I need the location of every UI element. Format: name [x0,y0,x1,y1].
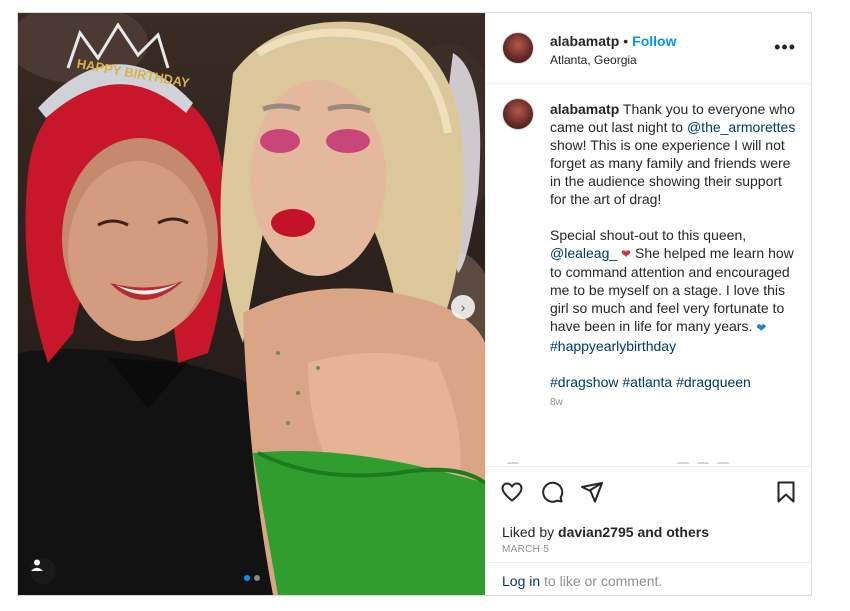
username-link[interactable]: alabamatp [550,33,619,49]
hashtag-dragqueen[interactable]: #dragqueen [676,374,751,390]
photo-illustration: HAPPY BIRTHDAY [18,13,485,595]
post-header: alabamatp • Follow Atlanta, Georgia ••• [486,13,811,84]
likes-summary: Liked by davian2795 and others [502,524,709,540]
likes-prefix: Liked by [502,524,555,540]
post-date: MARCH 5 [502,544,550,555]
actions-section: Liked by davian2795 and others MARCH 5 [486,466,811,563]
hashtag-atlanta[interactable]: #atlanta [622,374,672,390]
follow-button[interactable]: Follow [632,33,676,49]
comment-button[interactable] [540,480,564,504]
comment-icon [542,481,564,503]
login-link[interactable]: Log in [502,573,540,589]
caption-username[interactable]: alabamatp [550,101,619,117]
caption-text: alabamatp Thank you to everyone who came… [550,100,798,430]
caption-avatar[interactable] [502,98,534,130]
broken-heart-emoji-icon: ❤ [621,247,632,262]
login-tail-text: to like or comment. [544,573,663,589]
next-comment-peek [506,462,730,464]
caption-time: 8w [550,396,563,408]
like-button[interactable] [500,480,524,504]
location-link[interactable]: Atlanta, Georgia [550,53,637,67]
bookmark-icon [777,481,795,503]
header-name-line: alabamatp • Follow [550,33,676,49]
login-prompt: Log in to like or comment. [486,562,811,595]
carousel-dot-active [244,575,250,581]
user-tag-button[interactable] [30,558,56,584]
user-tag-icon [31,559,43,571]
separator-bullet: • [623,33,629,49]
share-icon [581,482,603,503]
caption-text-part2: show! This is one experience I will not … [550,137,791,207]
chevron-right-icon: › [460,299,466,315]
hashtag-dragshow[interactable]: #dragshow [550,374,619,390]
carousel-dot [254,575,260,581]
heart-icon [501,482,523,502]
carousel-next-button[interactable]: › [451,295,475,319]
more-options-icon[interactable]: ••• [774,37,796,58]
carousel-indicator [244,575,260,581]
avatar[interactable] [502,32,534,64]
likes-others-link[interactable]: and others [637,524,709,540]
mention-lealeag[interactable]: @lealeag_ [550,245,617,261]
post-side-panel: alabamatp • Follow Atlanta, Georgia ••• al… [485,13,811,595]
blue-heart-emoji-icon: ❤ [756,320,767,335]
hashtag-happyearlybirthday[interactable]: #happyearlybirthday [550,338,676,354]
mention-the-armorettes[interactable]: @the_armorettes [687,119,795,135]
post-photo[interactable]: HAPPY BIRTHDAY › [18,13,485,595]
share-button[interactable] [580,480,604,504]
caption-text-part3: Special shout-out to this queen, [550,227,747,243]
caption-area: alabamatp Thank you to everyone who came… [486,84,811,464]
action-bar [500,480,604,504]
instagram-post: HAPPY BIRTHDAY › alabamatp • Follow Atla… [17,12,812,596]
save-button[interactable] [774,480,798,504]
likes-user-link[interactable]: davian2795 [558,524,634,540]
